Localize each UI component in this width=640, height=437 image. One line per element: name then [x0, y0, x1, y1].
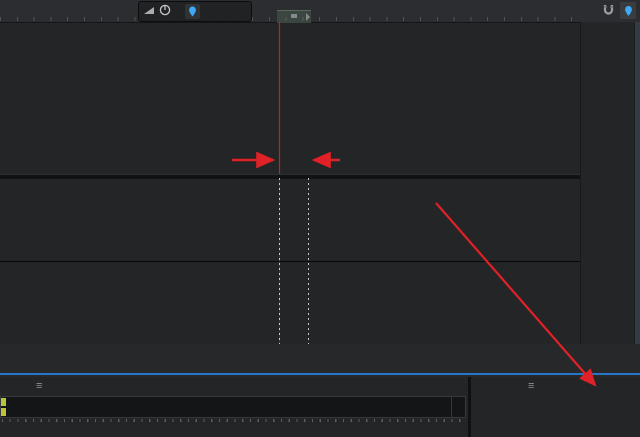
focus-highlight-line [0, 373, 640, 375]
ruler-pin-button[interactable] [620, 2, 636, 19]
selection-flag-icon [291, 14, 297, 18]
hud-pin-button[interactable] [185, 4, 200, 19]
volume-hud[interactable] [138, 1, 252, 22]
selection-chevron-icon [306, 13, 310, 21]
volume-fader-icon [143, 3, 155, 21]
level-meter-bar-right [1, 408, 6, 416]
magnet-icon [602, 4, 615, 17]
level-meter-bar-left [1, 398, 6, 406]
levels-panel: ≡ [0, 377, 468, 437]
transport-bar [0, 344, 640, 377]
spectrogram-right-channel[interactable] [0, 262, 580, 344]
db-scale [0, 418, 468, 436]
waveform-right-channel[interactable] [0, 92, 580, 174]
playhead-marker[interactable] [275, 9, 285, 20]
spectrogram-left-channel[interactable] [0, 178, 580, 261]
selection-view-panel: ≡ [471, 377, 640, 437]
pin-icon [188, 6, 197, 17]
amplitude-frequency-scale-column [580, 22, 635, 344]
pin-icon [624, 5, 633, 17]
knob-icon[interactable] [159, 3, 171, 21]
hamburger-menu-icon[interactable]: ≡ [36, 380, 42, 392]
timeline-ruler[interactable] [0, 0, 640, 23]
vertical-scrollbar[interactable] [634, 22, 640, 344]
level-meter [0, 396, 466, 418]
hamburger-menu-icon[interactable]: ≡ [528, 380, 534, 392]
audition-window: ≡ ≡ [0, 0, 640, 437]
waveform-left-channel[interactable] [0, 22, 580, 92]
snap-magnet-button[interactable] [600, 2, 616, 19]
meter-divider [451, 397, 452, 417]
